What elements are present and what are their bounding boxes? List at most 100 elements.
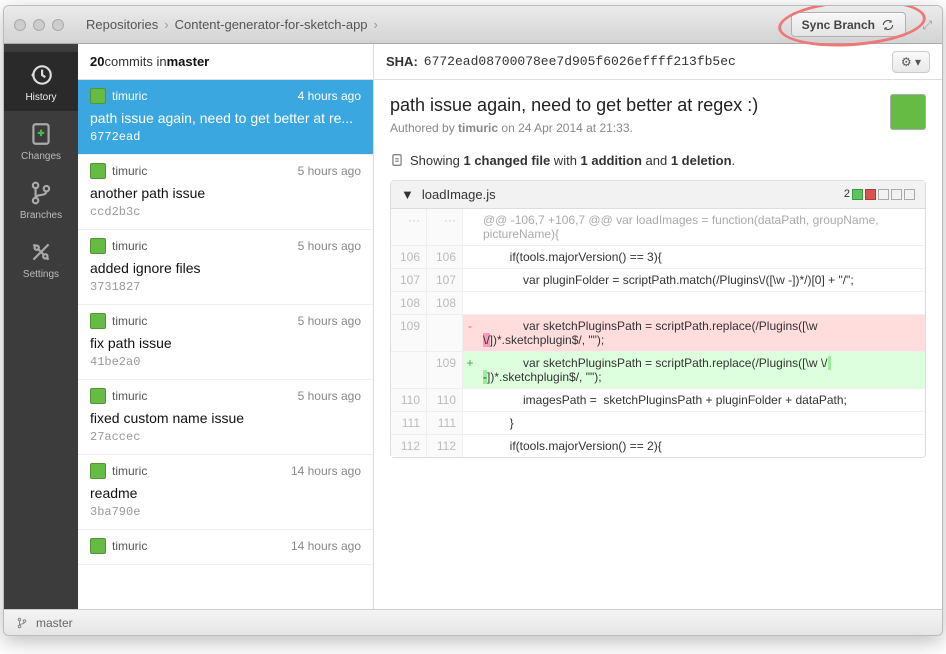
diff-body: ······@@ -106,7 +106,7 @@ var loadImages… bbox=[391, 209, 925, 457]
commit-message: another path issue bbox=[90, 185, 361, 201]
sha-bar: SHA: 6772ead08700078ee7d905f6026effff213… bbox=[374, 44, 942, 80]
branch-icon bbox=[16, 617, 28, 629]
avatar bbox=[90, 388, 106, 404]
avatar bbox=[90, 313, 106, 329]
diff-del-square bbox=[865, 189, 876, 200]
sidebar-item-settings[interactable]: Settings bbox=[4, 229, 78, 288]
zoom-icon[interactable] bbox=[52, 19, 64, 31]
avatar bbox=[90, 163, 106, 179]
avatar bbox=[90, 238, 106, 254]
commit-time: 5 hours ago bbox=[298, 239, 361, 253]
chevron-down-icon: ▼ bbox=[401, 187, 414, 202]
commit-subtitle: Authored by timuric on 24 Apr 2014 at 21… bbox=[390, 121, 926, 135]
diff-line: 109- var sketchPluginsPath = scriptPath.… bbox=[391, 314, 925, 351]
commit-sha-short: 3ba790e bbox=[90, 505, 361, 519]
close-icon[interactable] bbox=[14, 19, 26, 31]
file-diff-block: ▼ loadImage.js 2 ······@@ -106,7 +106,7 … bbox=[390, 180, 926, 458]
commit-author: timuric bbox=[112, 89, 147, 103]
commit-item[interactable]: timuric 5 hours ago fix path issue 41be2a0 bbox=[78, 305, 373, 380]
commit-author: timuric bbox=[112, 389, 147, 403]
settings-dropdown-button[interactable]: ⚙ ▾ bbox=[892, 51, 930, 73]
commits-column: 20 commits in master timuric4 hours agop… bbox=[78, 44, 374, 609]
commit-time: 5 hours ago bbox=[298, 164, 361, 178]
diff-add-square bbox=[852, 189, 863, 200]
commit-time: 14 hours ago bbox=[291, 464, 361, 478]
commit-message: fixed custom name issue bbox=[90, 410, 361, 426]
commit-message: added ignore files bbox=[90, 260, 361, 276]
commit-sha-short: 6772ead bbox=[90, 130, 361, 144]
diff-line: 112112 if(tools.majorVersion() == 2){ bbox=[391, 434, 925, 457]
sync-branch-button[interactable]: Sync Branch bbox=[791, 12, 906, 37]
avatar bbox=[890, 94, 926, 130]
file-diff-icon bbox=[390, 153, 404, 167]
breadcrumb-item[interactable]: Repositories bbox=[80, 17, 164, 32]
chevron-right-icon: › bbox=[374, 17, 378, 32]
commit-author: timuric bbox=[112, 239, 147, 253]
sidebar-item-label: History bbox=[25, 92, 56, 103]
commit-item[interactable]: timuric 5 hours ago added ignore files 3731… bbox=[78, 230, 373, 305]
status-branch: master bbox=[36, 616, 73, 630]
commit-time: 14 hours ago bbox=[291, 539, 361, 553]
commit-message: fix path issue bbox=[90, 335, 361, 351]
minimize-icon[interactable] bbox=[33, 19, 45, 31]
diff-line: 111111 } bbox=[391, 411, 925, 434]
traffic-lights bbox=[14, 19, 64, 31]
commit-sha-short: ccd2b3c bbox=[90, 205, 361, 219]
branches-icon bbox=[28, 180, 54, 206]
avatar bbox=[90, 538, 106, 554]
commit-item[interactable]: timuric 5 hours ago another path issue ccd2… bbox=[78, 155, 373, 230]
changes-icon bbox=[28, 121, 54, 147]
titlebar: Repositories › Content-generator-for-ske… bbox=[4, 6, 942, 44]
sync-icon bbox=[881, 18, 895, 32]
commit-time: 5 hours ago bbox=[298, 314, 361, 328]
breadcrumb-item[interactable]: Content-generator-for-sketch-app bbox=[169, 17, 374, 32]
detail-body: path issue again, need to get better at … bbox=[374, 80, 942, 609]
diff-line: 110110 imagesPath = sketchPluginsPath + … bbox=[391, 388, 925, 411]
file-header[interactable]: ▼ loadImage.js 2 bbox=[391, 181, 925, 209]
commit-sha-short: 3731827 bbox=[90, 280, 361, 294]
commits-count: 20 bbox=[90, 54, 104, 69]
diff-line-count: 2 bbox=[844, 188, 850, 200]
sidebar-item-history[interactable]: History bbox=[4, 52, 78, 111]
diff-badges: 2 bbox=[844, 188, 915, 200]
commits-header: 20 commits in master bbox=[78, 44, 373, 80]
commit-item[interactable]: timuric 5 hours ago fixed custom name issu… bbox=[78, 380, 373, 455]
sync-branch-label: Sync Branch bbox=[802, 18, 875, 32]
commit-message: path issue again, need to get better at … bbox=[90, 110, 361, 126]
sidebar-item-branches[interactable]: Branches bbox=[4, 170, 78, 229]
history-icon bbox=[28, 62, 54, 88]
commit-author: timuric bbox=[112, 314, 147, 328]
settings-icon bbox=[28, 239, 54, 265]
sidebar-item-changes[interactable]: Changes bbox=[4, 111, 78, 170]
statusbar: master bbox=[4, 609, 942, 635]
diff-summary: Showing 1 changed file with 1 addition a… bbox=[390, 153, 926, 168]
sidebar-item-label: Settings bbox=[23, 269, 59, 280]
breadcrumb: Repositories › Content-generator-for-ske… bbox=[80, 17, 378, 32]
gear-icon: ⚙ bbox=[901, 55, 912, 69]
avatar bbox=[90, 463, 106, 479]
commit-item[interactable]: timuric4 hours agopath issue again, need… bbox=[78, 80, 373, 155]
commit-author: timuric bbox=[112, 539, 147, 553]
commit-message: readme bbox=[90, 485, 361, 501]
fullscreen-icon[interactable]: ⤢ bbox=[922, 18, 932, 33]
diff-line: 107107 var pluginFolder = scriptPath.mat… bbox=[391, 268, 925, 291]
commit-item[interactable]: timuric 14 hours ago bbox=[78, 530, 373, 565]
sidebar-item-label: Changes bbox=[21, 151, 61, 162]
commit-item[interactable]: timuric 14 hours ago readme 3ba790e bbox=[78, 455, 373, 530]
sidebar: History Changes Branches Settings bbox=[4, 44, 78, 609]
commit-sha-short: 41be2a0 bbox=[90, 355, 361, 369]
diff-hunk-header: @@ -106,7 +106,7 @@ var loadImages = fun… bbox=[477, 209, 925, 245]
commit-list[interactable]: timuric4 hours agopath issue again, need… bbox=[78, 80, 373, 609]
commit-title: path issue again, need to get better at … bbox=[390, 94, 926, 117]
sidebar-item-label: Branches bbox=[20, 210, 62, 221]
detail-column: SHA: 6772ead08700078ee7d905f6026effff213… bbox=[374, 44, 942, 609]
commit-time: 5 hours ago bbox=[298, 389, 361, 403]
diff-line: 109+ var sketchPluginsPath = scriptPath.… bbox=[391, 351, 925, 388]
commit-author: timuric bbox=[112, 164, 147, 178]
commit-sha-short: 27accec bbox=[90, 430, 361, 444]
file-name: loadImage.js bbox=[422, 187, 496, 202]
sha-label: SHA: bbox=[386, 54, 418, 69]
commit-author: timuric bbox=[112, 464, 147, 478]
diff-line: 106106 if(tools.majorVersion() == 3){ bbox=[391, 245, 925, 268]
chevron-down-icon: ▾ bbox=[915, 55, 921, 69]
